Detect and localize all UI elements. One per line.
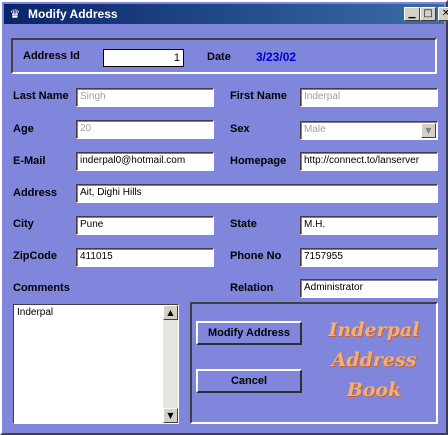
chevron-down-icon[interactable]: ▼ (421, 123, 436, 138)
brand-line-2: Address (331, 349, 417, 371)
relation-field[interactable]: Administrator (300, 279, 438, 298)
city-label: City (13, 218, 34, 230)
close-button[interactable]: ✕ (438, 7, 448, 21)
modify-address-button[interactable]: Modify Address (196, 321, 302, 345)
email-label: E-Mail (13, 155, 46, 167)
homepage-label: Homepage (230, 155, 287, 167)
age-label: Age (13, 123, 34, 135)
date-label: Date (207, 51, 231, 63)
address-field[interactable]: Ait, Dighi Hills (76, 184, 438, 203)
comments-label: Comments (13, 282, 70, 294)
scroll-down-icon[interactable]: ▼ (163, 408, 178, 423)
city-field[interactable]: Pune (76, 216, 214, 235)
brand-line-1: Inderpal (328, 319, 420, 341)
relation-label: Relation (230, 282, 274, 294)
minimize-icon: ▁ (408, 9, 416, 19)
sex-label: Sex (230, 123, 250, 135)
scroll-up-icon[interactable]: ▲ (163, 305, 178, 320)
address-label: Address (13, 187, 58, 199)
title-bar[interactable]: ♛ Modify Address ▁ □ ✕ (4, 4, 448, 24)
phone-field[interactable]: 7157955 (300, 248, 438, 267)
email-field[interactable]: inderpal0@hotmail.com (76, 152, 214, 171)
window-title: Modify Address (28, 7, 118, 21)
comments-textarea[interactable]: Inderpal ▲ ▼ (13, 304, 179, 424)
last-name-field[interactable]: Singh (76, 88, 214, 107)
zipcode-label: ZipCode (13, 250, 57, 262)
maximize-button[interactable]: □ (420, 7, 436, 21)
state-label: State (230, 218, 257, 230)
comments-scrollbar[interactable]: ▲ ▼ (163, 305, 178, 423)
homepage-field[interactable]: http://connect.to/lanserver (300, 152, 438, 171)
first-name-field[interactable]: Inderpal (300, 88, 438, 107)
age-field[interactable]: 20 (76, 120, 214, 139)
zipcode-field[interactable]: 411015 (76, 248, 214, 267)
sex-select-value: Male (304, 124, 326, 135)
address-id-field[interactable]: 1 (103, 49, 184, 67)
minimize-button[interactable]: ▁ (404, 7, 420, 21)
last-name-label: Last Name (13, 90, 69, 102)
close-icon: ✕ (441, 8, 448, 19)
app-icon: ♛ (9, 7, 21, 21)
modify-address-window: ♛ Modify Address ▁ □ ✕ Address Id 1 Date… (0, 0, 448, 435)
brand-line-3: Book (346, 379, 402, 401)
address-id-label: Address Id (23, 50, 80, 62)
first-name-label: First Name (230, 90, 287, 102)
date-value: 3/23/02 (256, 50, 297, 64)
maximize-icon: □ (423, 8, 433, 19)
phone-label: Phone No (230, 250, 282, 262)
comments-text: Inderpal (17, 307, 54, 318)
state-field[interactable]: M.H. (300, 216, 438, 235)
sex-select[interactable]: Male ▼ (300, 121, 438, 140)
cancel-button[interactable]: Cancel (196, 369, 302, 393)
